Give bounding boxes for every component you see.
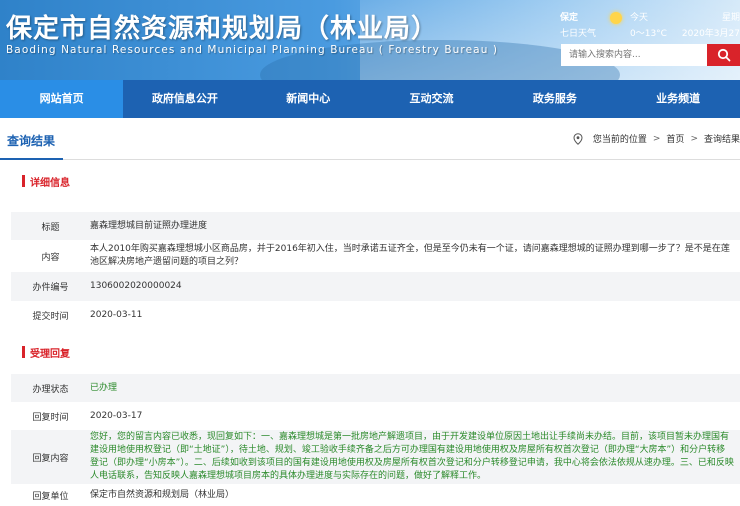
- table-row: 回复时间 2020-03-17: [11, 402, 740, 430]
- row-key: 标题: [11, 212, 90, 240]
- main-nav: 网站首页 政府信息公开 新闻中心 互动交流 政务服务 业务频道: [0, 80, 740, 118]
- breadcrumb-separator: >: [690, 133, 698, 144]
- breadcrumb-separator: >: [652, 133, 661, 144]
- nav-item-news[interactable]: 新闻中心: [247, 80, 370, 118]
- breadcrumb-home-link[interactable]: 首页: [666, 132, 684, 145]
- table-row: 标题 嘉森理想城目前证照办理进度: [11, 212, 740, 240]
- breadcrumb-bar: 查询结果 您当前的位置 > 首页 > 查询结果: [0, 118, 740, 160]
- nav-item-gov-info[interactable]: 政府信息公开: [123, 80, 246, 118]
- breadcrumb: 您当前的位置 > 首页 > 查询结果: [573, 132, 740, 145]
- detail-table: 标题 嘉森理想城目前证照办理进度 内容 本人2010年购买嘉森理想城小区商品房，…: [11, 212, 740, 330]
- section-marker: [22, 175, 25, 187]
- weekday-label: 星期: [721, 13, 740, 23]
- table-row: 回复内容 您好，您的留言内容已收悉，现回复如下：一、嘉森理想城是第一批房地产解遗…: [11, 430, 740, 484]
- site-title[interactable]: 保定市自然资源和规划局（林业局）: [6, 8, 438, 45]
- row-key: 回复时间: [11, 402, 90, 430]
- current-date: 2020年3月27: [681, 29, 740, 39]
- detail-section-title: 详细信息: [30, 178, 70, 189]
- row-value: 1306002020000024: [90, 272, 740, 301]
- nav-item-business[interactable]: 业务频道: [616, 80, 739, 118]
- table-row: 回复单位 保定市自然资源和规划局（林业局）: [11, 484, 740, 506]
- reply-section-header: 受理回复: [0, 331, 740, 371]
- weather-seven-day-link[interactable]: 七日天气: [560, 26, 596, 39]
- reply-content: 您好，您的留言内容已收悉，现回复如下：一、嘉森理想城是第一批房地产解遗项目，由于…: [90, 430, 740, 484]
- table-row: 办件编号 1306002020000024: [11, 272, 740, 301]
- row-key: 办理状态: [11, 374, 90, 402]
- breadcrumb-current: 查询结果: [703, 135, 740, 145]
- row-value: 本人2010年购买嘉森理想城小区商品房，并于2016年初入住，当时承诺五证齐全，…: [90, 240, 740, 272]
- row-value: 2020-03-11: [90, 301, 740, 330]
- row-key: 内容: [11, 240, 90, 272]
- breadcrumb-prefix: 您当前的位置: [592, 135, 647, 145]
- weather-today-label: 今天: [630, 13, 649, 23]
- weather-city-name: 保定: [560, 13, 579, 23]
- weather-date: 星期 2020年3月27: [682, 10, 740, 39]
- page-title: 查询结果: [0, 118, 64, 160]
- row-key: 回复内容: [11, 430, 90, 484]
- weather-today: 今天 0～13°C: [630, 10, 667, 39]
- location-pin-icon: [573, 132, 583, 145]
- search-icon: [717, 48, 730, 62]
- row-value: 2020-03-17: [90, 402, 740, 430]
- table-row: 内容 本人2010年购买嘉森理想城小区商品房，并于2016年初入住，当时承诺五证…: [11, 240, 740, 272]
- site-header: 保定市自然资源和规划局（林业局） Baoding Natural Resourc…: [0, 0, 740, 80]
- nav-item-services[interactable]: 政务服务: [493, 80, 616, 118]
- status-value: 已办理: [90, 374, 740, 402]
- reply-table: 办理状态 已办理 回复时间 2020-03-17 回复内容 您好，您的留言内容已…: [11, 374, 740, 506]
- row-key: 回复单位: [11, 484, 90, 506]
- row-key: 提交时间: [11, 301, 90, 330]
- row-value: 保定市自然资源和规划局（林业局）: [90, 484, 740, 506]
- section-marker: [22, 346, 25, 358]
- detail-section-header: 详细信息: [0, 160, 740, 200]
- table-row: 提交时间 2020-03-11: [11, 301, 740, 330]
- reply-section-title: 受理回复: [30, 349, 70, 360]
- table-row: 办理状态 已办理: [11, 374, 740, 402]
- nav-item-interaction[interactable]: 互动交流: [370, 80, 493, 118]
- weather-city[interactable]: 保定 七日天气: [560, 10, 596, 39]
- nav-item-home[interactable]: 网站首页: [0, 80, 124, 118]
- row-key: 办件编号: [11, 272, 90, 301]
- weather-today-temp: 0～13°C: [630, 29, 667, 39]
- search-input[interactable]: [561, 44, 707, 66]
- site-title-english: Baoding Natural Resources and Municipal …: [6, 44, 499, 56]
- row-value: 嘉森理想城目前证照办理进度: [90, 212, 740, 240]
- search-button[interactable]: [707, 44, 740, 66]
- sun-icon: [610, 12, 622, 24]
